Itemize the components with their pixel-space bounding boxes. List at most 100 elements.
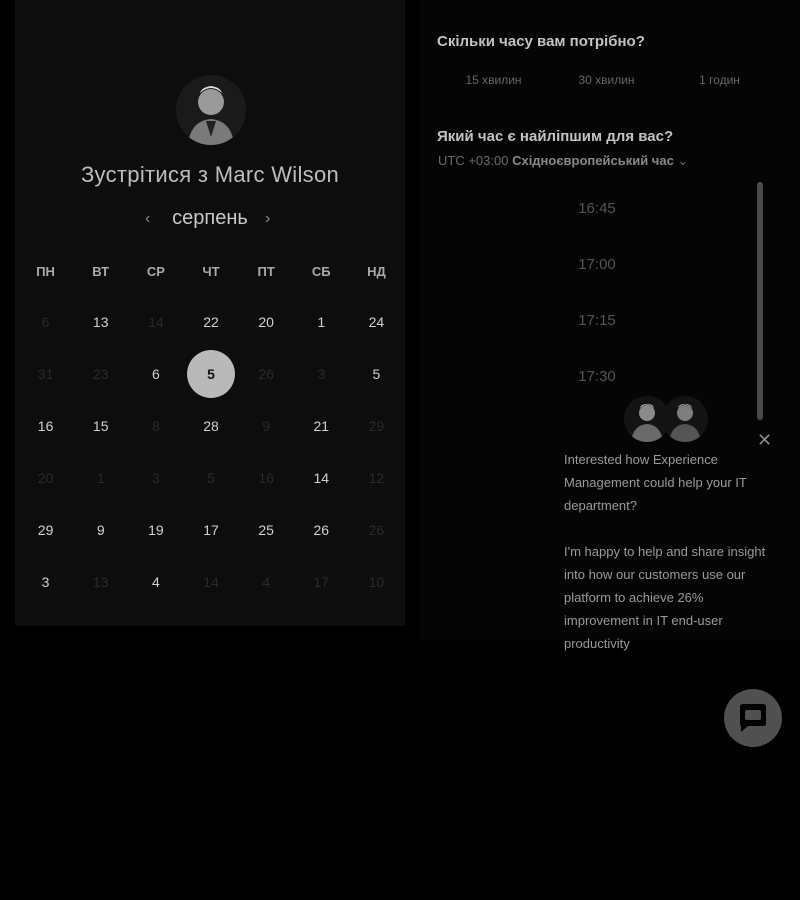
calendar-day-label: 13	[92, 314, 109, 330]
calendar-day: 8	[128, 400, 183, 452]
calendar-day-label: 17	[203, 522, 219, 538]
calendar-day-label: 4	[151, 574, 160, 590]
calendar-day-label: 15	[92, 418, 109, 434]
calendar-day-label: 24	[368, 314, 385, 330]
calendar-day[interactable]: 3	[18, 556, 73, 608]
calendar-day: 3	[294, 348, 349, 400]
calendar-week: 16 15 8 28 9 21 29	[18, 400, 404, 452]
calendar-day: 16	[239, 452, 294, 504]
duration-options: 15 хвилин 30 хвилин 1 годин	[437, 73, 777, 87]
timezone-name: Східноєвропейський час	[512, 153, 674, 168]
calendar-day-label: 6	[41, 314, 50, 330]
calendar-day[interactable]: 4	[128, 556, 183, 608]
calendar-day-label: 14	[203, 574, 219, 590]
calendar-day-label: 12	[368, 470, 385, 486]
calendar-day[interactable]: 16	[18, 400, 73, 452]
chat-agent-avatars	[624, 396, 708, 442]
person-avatar-icon	[669, 404, 701, 442]
calendar-day: 26	[239, 348, 294, 400]
calendar-day-label: 25	[258, 522, 274, 538]
chat-message: Interested how Experience Management cou…	[564, 448, 769, 678]
weekday-mon: ПН	[36, 264, 55, 279]
calendar-week: 3 13 4 14 4 17 10	[18, 556, 404, 608]
calendar-day-label: 20	[37, 470, 54, 486]
calendar-day-label: 22	[203, 314, 219, 330]
calendar-day: 1	[73, 452, 128, 504]
calendar-day-label: 16	[37, 418, 54, 434]
agent-avatar-2	[662, 396, 708, 442]
calendar-day[interactable]: 20	[239, 296, 294, 348]
calendar-day-label: 4	[262, 574, 271, 590]
chat-message-paragraph: Interested how Experience Management cou…	[564, 452, 747, 513]
calendar-day: 5	[183, 452, 238, 504]
chat-bubble-icon	[740, 704, 766, 732]
calendar-day: 9	[239, 400, 294, 452]
calendar-day-label: 9	[96, 522, 105, 538]
calendar-day-label: 23	[92, 366, 109, 382]
calendar-day-label: 10	[368, 574, 385, 590]
calendar-day-label: 17	[313, 574, 330, 590]
time-slot[interactable]: 17:00	[437, 236, 757, 292]
time-slot[interactable]: 16:45	[437, 180, 757, 236]
calendar-day: 23	[73, 348, 128, 400]
calendar-grid: 6 13 14 22 20 1 24 31 23 6 5 26 3 5 16 15 8 28 9 21 29 20 1 3 5 1…	[18, 296, 404, 608]
timezone-selector[interactable]: UTC +03:00 Східноєвропейський час ⌄	[438, 153, 688, 169]
calendar-day: 13	[73, 556, 128, 608]
duration-option-30[interactable]: 30 хвилин	[550, 73, 663, 87]
calendar-week: 31 23 6 5 26 3 5	[18, 348, 404, 400]
calendar-day[interactable]: 24	[349, 296, 404, 348]
calendar-day: 3	[128, 452, 183, 504]
calendar-day[interactable]: 21	[294, 400, 349, 452]
calendar-day-label: 26	[258, 366, 274, 382]
calendar-day-label: 14	[313, 470, 330, 486]
calendar-day-label: 3	[41, 574, 50, 590]
calendar-day[interactable]: 6	[128, 348, 183, 400]
calendar-day-label: 31	[37, 366, 54, 382]
time-slot-list: 16:45 17:00 17:15 17:30	[437, 180, 757, 404]
chevron-down-icon: ⌄	[677, 153, 689, 168]
calendar-day-label: 9	[262, 418, 271, 434]
calendar-day[interactable]: 22	[183, 296, 238, 348]
duration-option-60[interactable]: 1 годин	[663, 73, 776, 87]
calendar-day-label: 5	[207, 470, 215, 486]
calendar-day[interactable]: 25	[239, 504, 294, 556]
chat-launcher-button[interactable]	[724, 689, 782, 747]
calendar-day: 6	[18, 296, 73, 348]
calendar-day-label: 5	[186, 350, 235, 398]
person-avatar-icon	[176, 75, 246, 145]
calendar-day[interactable]: 26	[294, 504, 349, 556]
next-month-button[interactable]: ›	[265, 210, 270, 228]
calendar-day-label: 16	[258, 470, 274, 486]
calendar-day: 17	[294, 556, 349, 608]
calendar-day[interactable]: 13	[73, 296, 128, 348]
page-title: Зустрітися з Marc Wilson	[80, 162, 340, 187]
calendar-day-label: 28	[203, 418, 219, 434]
calendar-day[interactable]: 9	[73, 504, 128, 556]
calendar-week: 6 13 14 22 20 1 24	[18, 296, 404, 348]
calendar-day[interactable]: 28	[183, 400, 238, 452]
month-label: серпень	[172, 207, 248, 229]
calendar-day-label: 13	[92, 574, 109, 590]
calendar-day-label: 19	[148, 522, 164, 538]
calendar-day-label: 6	[151, 366, 160, 382]
calendar-day[interactable]: 29	[18, 504, 73, 556]
weekday-sun: НД	[367, 264, 386, 279]
calendar-day-label: 21	[313, 418, 330, 434]
calendar-day-label: 26	[368, 522, 385, 538]
weekday-header: ПН ВТ СР ЧТ ПТ СБ НД	[18, 264, 404, 279]
time-slot[interactable]: 17:15	[437, 292, 757, 348]
calendar-day-selected[interactable]: 5	[183, 348, 238, 400]
time-slot[interactable]: 17:30	[437, 348, 757, 404]
duration-option-15[interactable]: 15 хвилин	[437, 73, 550, 87]
time-slot-scrollbar[interactable]	[757, 182, 763, 420]
calendar-day[interactable]: 14	[294, 452, 349, 504]
calendar-day: 12	[349, 452, 404, 504]
calendar-day[interactable]: 5	[349, 348, 404, 400]
calendar-day[interactable]: 1	[294, 296, 349, 348]
calendar-day[interactable]: 17	[183, 504, 238, 556]
calendar-day[interactable]: 19	[128, 504, 183, 556]
calendar-day-label: 5	[372, 366, 381, 382]
calendar-day-label: 3	[317, 366, 326, 382]
calendar-day: 14	[128, 296, 183, 348]
calendar-day[interactable]: 15	[73, 400, 128, 452]
